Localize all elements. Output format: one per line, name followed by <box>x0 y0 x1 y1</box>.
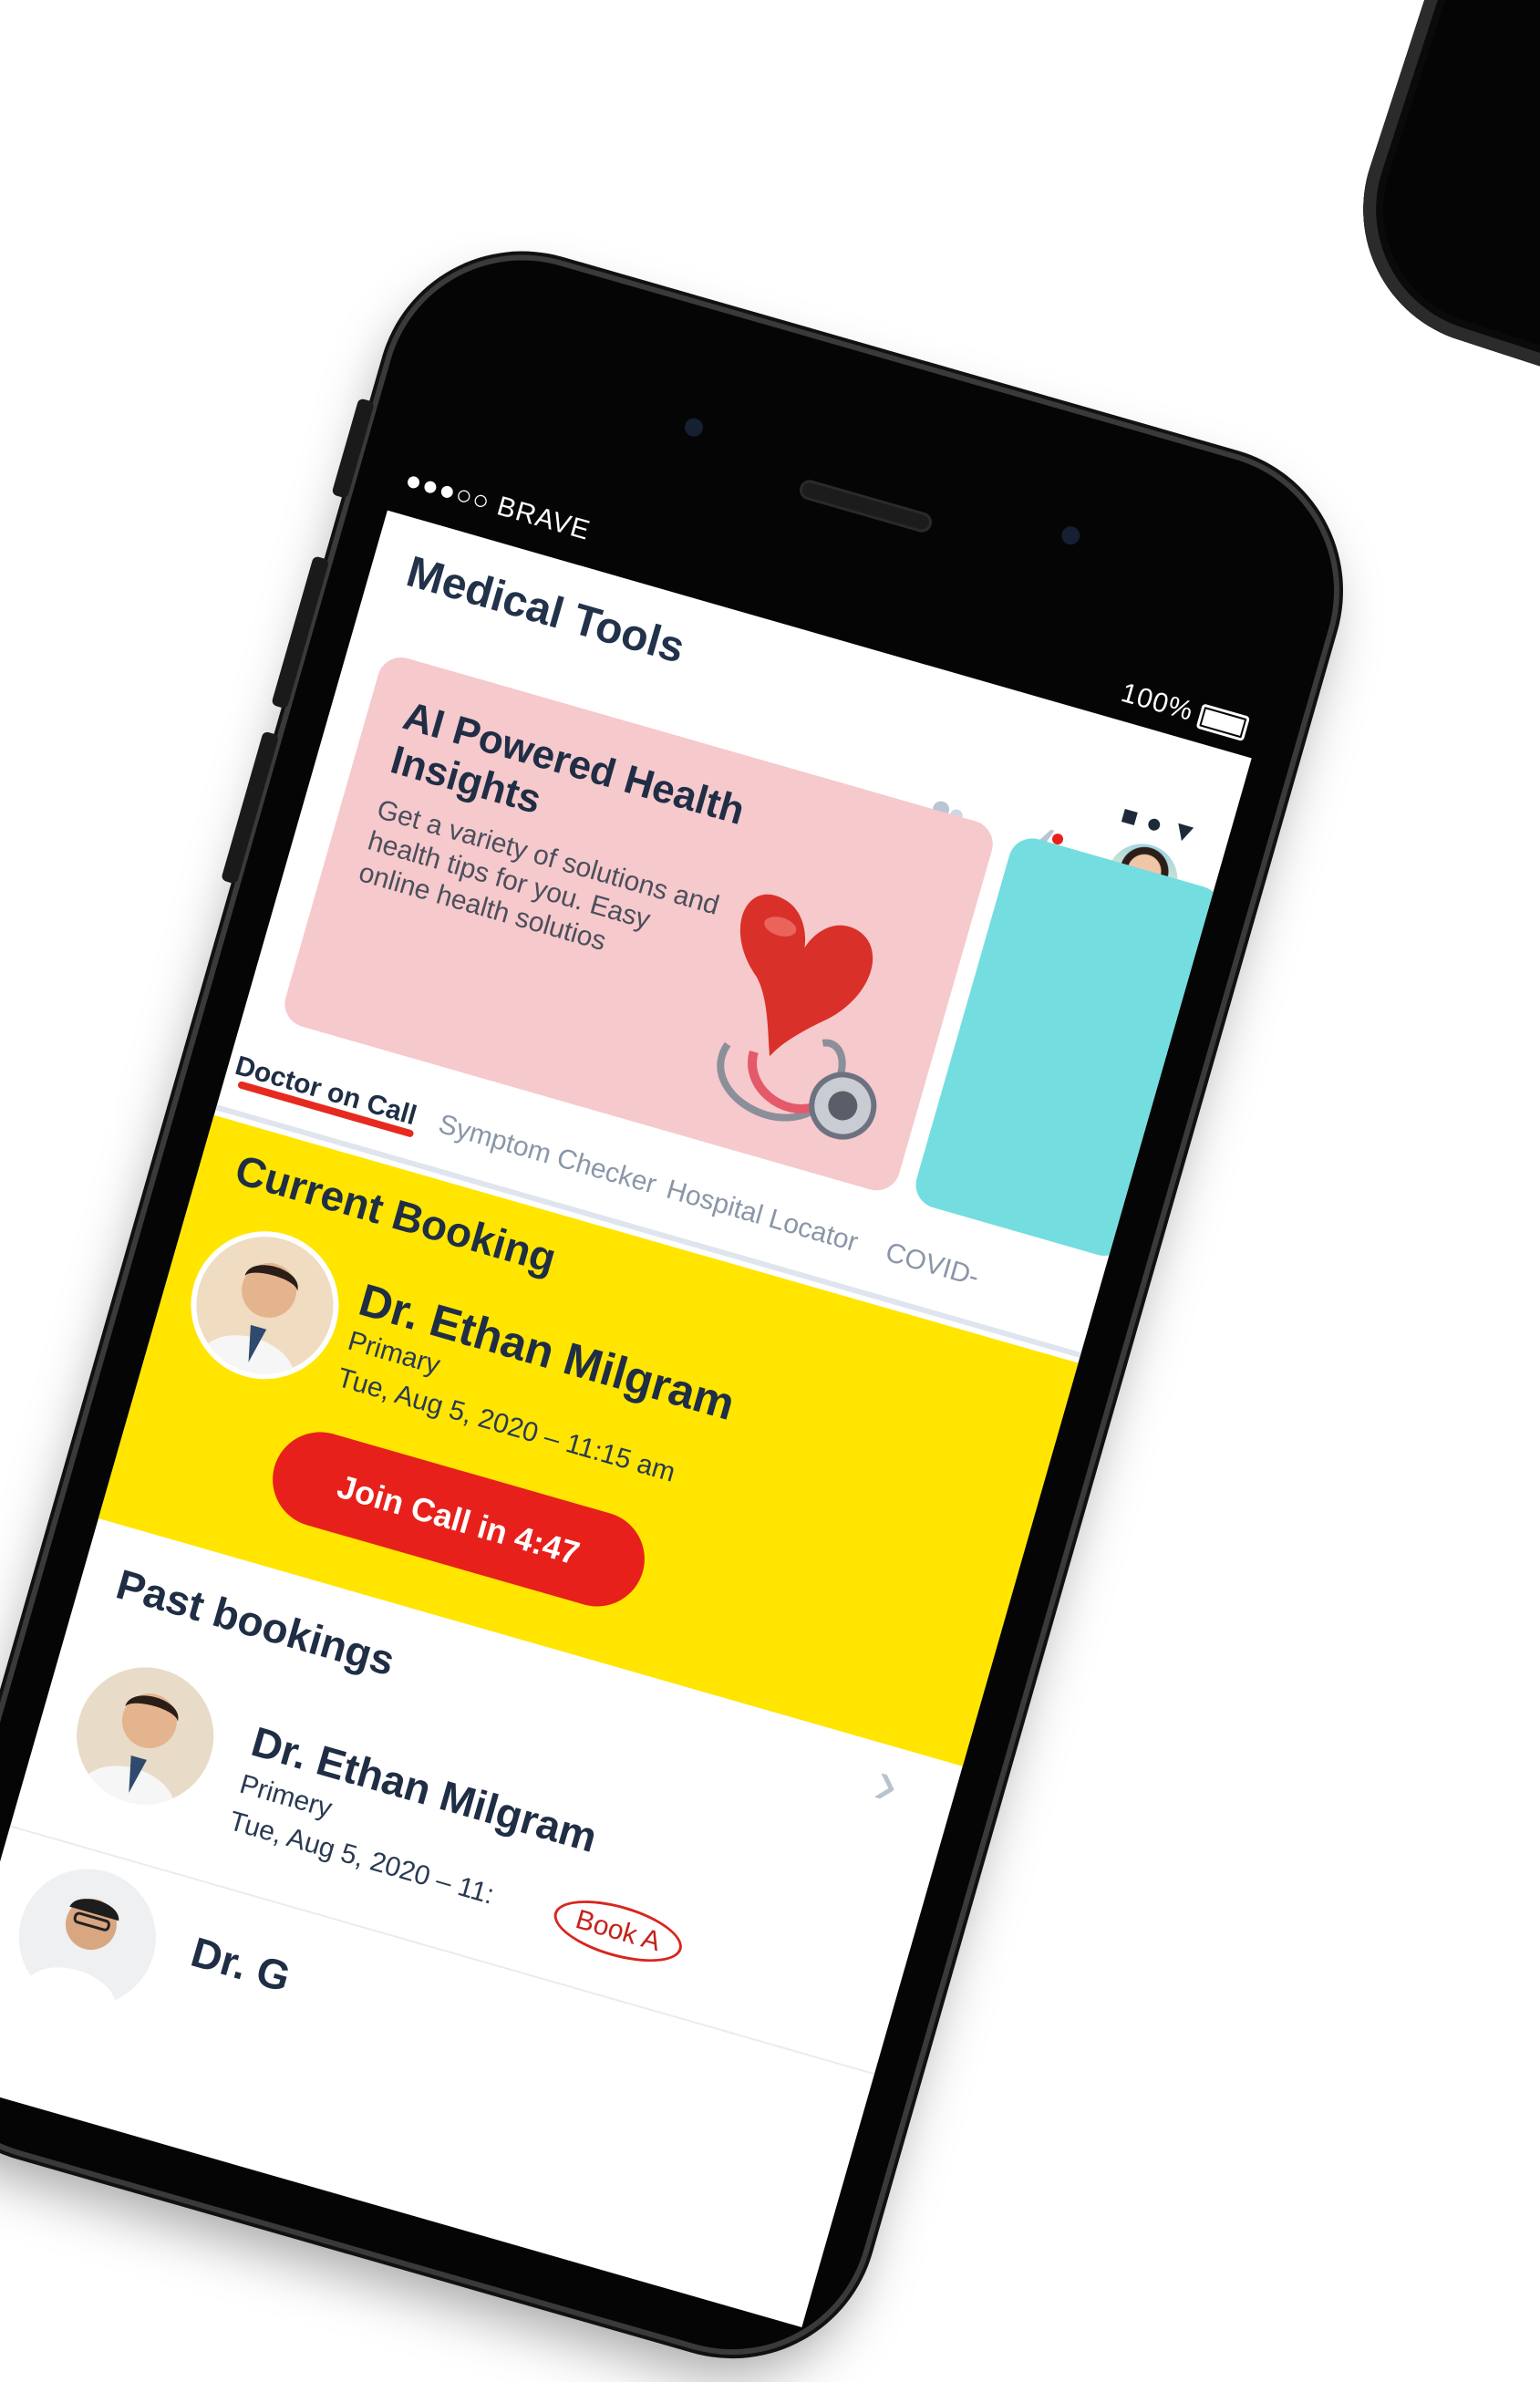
stage: ●●●○○ BRAVE 100% Medical Tools ■●▼ AI Po… <box>0 0 1540 2382</box>
past-doctor-avatar <box>60 1651 230 1821</box>
doctor-photo <box>180 1220 350 1391</box>
earpiece-speaker <box>797 477 935 535</box>
battery-icon <box>1195 703 1251 742</box>
volume-down-button <box>221 730 280 885</box>
book-again-button[interactable]: Book A <box>547 1888 689 1974</box>
past-doctor-photo <box>3 1852 172 2023</box>
mute-switch <box>331 398 376 499</box>
battery-percent: 100% <box>1117 677 1197 727</box>
volume-up-button <box>271 555 330 709</box>
sensor <box>1059 523 1082 547</box>
tab-doctor-on-call[interactable]: Doctor on Call <box>232 1051 419 1138</box>
phone-frame: ●●●○○ BRAVE 100% Medical Tools ■●▼ AI Po… <box>0 228 1367 2382</box>
chevron-right-icon[interactable]: › <box>867 1745 907 1820</box>
doctor-avatar <box>180 1220 350 1391</box>
tab-covid[interactable]: COVID- <box>882 1238 983 1294</box>
past-doctor-photo <box>60 1651 230 1821</box>
front-camera <box>682 416 706 440</box>
past-doctor-name: Dr. G <box>186 1927 296 2002</box>
app-screen: Medical Tools ■●▼ AI Powered Health Insi… <box>0 510 1252 2328</box>
past-doctor-avatar <box>3 1852 172 2023</box>
tab-hospital-locator[interactable]: Hospital Locator <box>663 1175 861 1258</box>
tab-symptom-checker[interactable]: Symptom Checker <box>435 1109 659 1201</box>
